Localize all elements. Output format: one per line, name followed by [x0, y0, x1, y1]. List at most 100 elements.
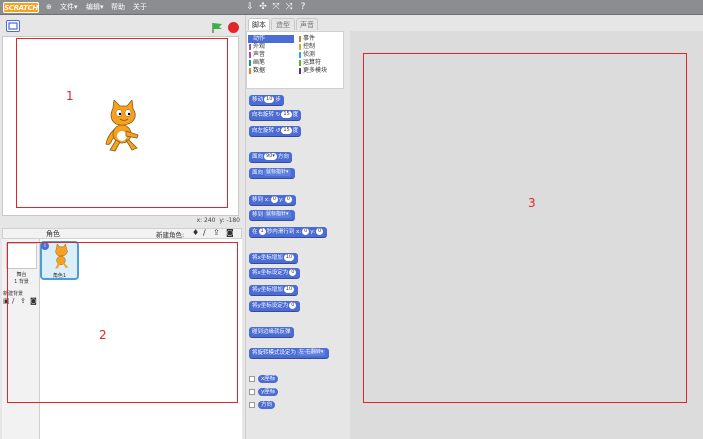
block-change-y[interactable]: 将y坐标增加 10	[249, 285, 299, 295]
category-right-0[interactable]: 事件	[298, 35, 344, 43]
category-color-swatch	[299, 52, 301, 58]
category-left-2[interactable]: 声音	[248, 51, 294, 59]
block-goto[interactable]: 移到 鼠标指针▾	[249, 210, 295, 220]
menu-file[interactable]: 文件▾	[60, 2, 78, 13]
block-turn-right-unit: 度	[292, 112, 299, 118]
grow-icon[interactable]: ⤧	[271, 2, 281, 13]
block-glide[interactable]: 在 1 秒内滑行到 x: 0 y: 0	[249, 227, 328, 237]
block-bounce[interactable]: 碰到边缘就反弹	[249, 327, 294, 337]
block-rotation-style[interactable]: 将旋转模式设定为 左-右翻转▾	[249, 348, 330, 358]
duplicate-icon[interactable]: ⇩	[245, 2, 255, 13]
block-y-position[interactable]: y座标	[258, 388, 279, 396]
block-change-y-input[interactable]: 10	[283, 286, 295, 293]
new-sprite-label: 新建角色:	[156, 231, 185, 239]
block-point-towards-dropdown[interactable]: 鼠标指针▾	[264, 169, 291, 176]
menu-bar	[0, 0, 703, 15]
category-right-2[interactable]: 侦测	[298, 51, 344, 59]
category-left-3[interactable]: 画笔	[248, 59, 294, 67]
block-set-x-input[interactable]: 0	[289, 269, 297, 276]
menu-help[interactable]: 帮助	[111, 2, 125, 13]
category-label: 侦测	[303, 51, 316, 58]
block-point-direction[interactable]: 面向 90▾ 方向	[249, 152, 292, 162]
block-glide-label: 在	[252, 229, 258, 235]
block-bounce-label: 碰到边缘就反弹	[252, 329, 291, 335]
category-left-4[interactable]: 数据	[248, 67, 294, 75]
stage-coordinates: x: 240 y: -180	[190, 217, 240, 226]
category-label: 控制	[303, 43, 316, 50]
fullscreen-icon[interactable]	[6, 20, 20, 32]
category-color-swatch	[249, 44, 251, 50]
cut-icon[interactable]: ✣	[258, 2, 268, 13]
region-1-label: 1	[66, 89, 74, 103]
category-color-swatch	[299, 60, 301, 66]
block-change-x-input[interactable]: 10	[283, 254, 295, 261]
upload-icon[interactable]: ⇪	[213, 228, 220, 237]
category-right-3[interactable]: 运算符	[298, 59, 344, 67]
block-direction[interactable]: 方向	[258, 401, 276, 409]
block-rotation-style-dropdown[interactable]: 左-右翻转▾	[297, 349, 326, 356]
block-set-x[interactable]: 将x坐标设定为 0	[249, 268, 301, 278]
direction-checkbox[interactable]	[249, 402, 255, 408]
category-list-right: 事件 控制 侦测 运算符 更多模块	[298, 35, 344, 75]
paint-brush-icon[interactable]: ∕	[203, 228, 206, 237]
block-goto-dropdown[interactable]: 鼠标指针▾	[264, 211, 291, 218]
tab-sounds[interactable]: 声音	[296, 18, 318, 30]
category-label: 数据	[253, 67, 266, 74]
help-icon[interactable]: ?	[298, 2, 308, 13]
category-left-1[interactable]: 外观	[248, 43, 294, 51]
sprites-title: 角色	[46, 230, 60, 238]
category-color-swatch	[299, 68, 301, 74]
block-goto-xy[interactable]: 移到 x: 0 y: 0	[249, 195, 296, 205]
block-move-label: 移动	[252, 97, 264, 103]
block-turn-left-unit: 度	[292, 128, 299, 134]
y-readout: y: -180	[219, 217, 240, 224]
tab-costumes[interactable]: 造型	[271, 18, 295, 30]
block-glide-x-input[interactable]: 0	[302, 228, 310, 235]
category-label: 外观	[253, 43, 266, 50]
x-position-checkbox[interactable]	[249, 376, 255, 382]
category-label: 更多模块	[303, 67, 328, 74]
shrink-icon[interactable]: ⤨	[284, 2, 294, 13]
block-turn-left-input[interactable]: 15	[281, 127, 292, 134]
block-goto-y-input[interactable]: 0	[284, 196, 292, 203]
block-turn-right-input[interactable]: 15	[281, 111, 292, 118]
block-point-towards[interactable]: 面向 鼠标指针▾	[249, 168, 295, 178]
y-position-checkbox[interactable]	[249, 389, 255, 395]
block-glide-y-input[interactable]: 0	[315, 228, 324, 235]
block-set-y[interactable]: 将y坐标设定为 0	[249, 301, 301, 311]
block-goto-x-input[interactable]: 0	[270, 196, 279, 203]
block-move[interactable]: 移动 10 步	[249, 95, 284, 105]
block-glide-secs-input[interactable]: 1	[258, 228, 266, 235]
menu-about[interactable]: 关于	[133, 2, 147, 13]
camera-icon[interactable]: ◙	[226, 228, 234, 237]
block-point-direction-label: 面向	[252, 154, 264, 160]
block-move-input[interactable]: 10	[264, 96, 275, 103]
menu-edit[interactable]: 编辑▾	[86, 2, 104, 13]
sprite-library-icon[interactable]: ♦	[192, 228, 199, 237]
language-globe-icon[interactable]: ⊕	[46, 2, 52, 13]
rotate-ccw-icon: ↺	[275, 128, 281, 134]
category-left-0[interactable]: 动作	[248, 35, 294, 43]
category-label: 动作	[253, 35, 266, 42]
category-color-swatch	[249, 36, 251, 42]
block-change-x[interactable]: 将x坐标增加 10	[249, 253, 299, 263]
block-set-y-label: 将y坐标设定为	[252, 303, 289, 309]
category-label: 运算符	[303, 59, 322, 66]
block-rotation-style-label: 将旋转模式设定为	[252, 350, 297, 356]
stop-icon[interactable]	[228, 22, 239, 33]
block-x-position[interactable]: x座标	[258, 375, 279, 383]
block-set-y-input[interactable]: 0	[289, 302, 297, 309]
category-right-1[interactable]: 控制	[298, 43, 344, 51]
tab-scripts[interactable]: 脚本	[248, 18, 270, 30]
block-goto-label: 移到	[252, 212, 264, 218]
scratch-logo[interactable]: SCRATCH	[3, 2, 39, 13]
block-turn-right[interactable]: 向右旋转 ↻ 15 度	[249, 110, 302, 120]
green-flag-icon[interactable]	[211, 22, 223, 33]
block-point-direction-input[interactable]: 90▾	[264, 153, 277, 160]
cat-sprite-icon[interactable]	[98, 99, 142, 154]
block-goto-y-label: y:	[279, 197, 284, 203]
category-color-swatch	[249, 60, 251, 66]
block-turn-left[interactable]: 向左旋转 ↺ 15 度	[249, 126, 302, 136]
category-right-4[interactable]: 更多模块	[298, 67, 344, 75]
block-goto-xy-label: 移到 x:	[252, 197, 270, 203]
